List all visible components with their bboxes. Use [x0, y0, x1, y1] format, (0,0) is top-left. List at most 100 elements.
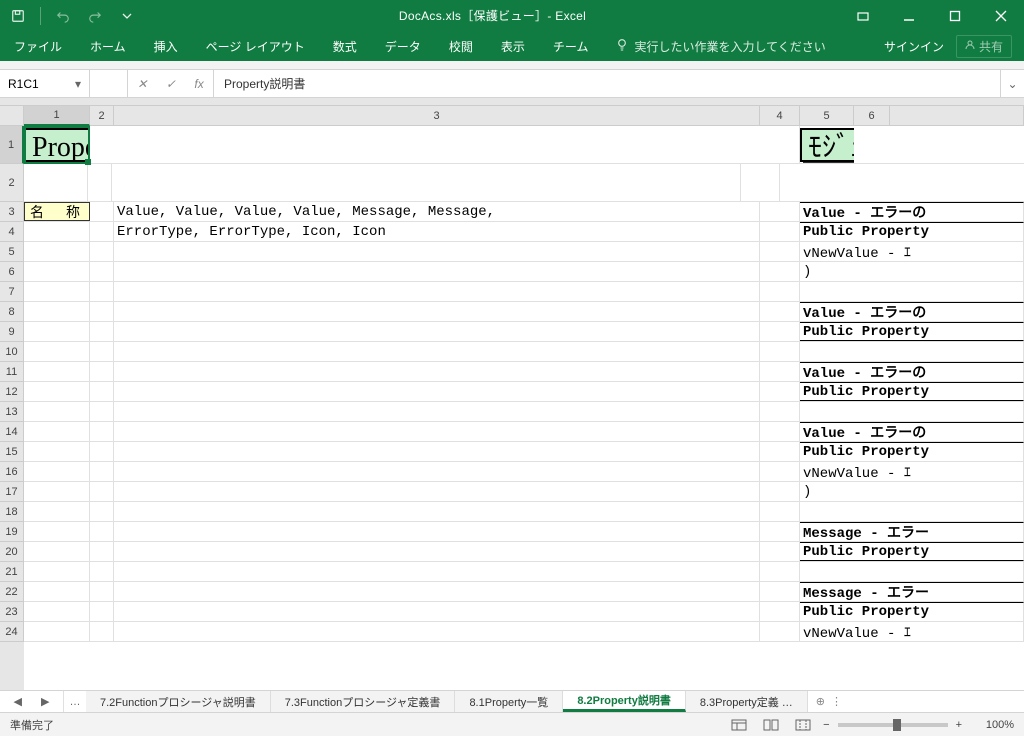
sheet-nav-next-icon[interactable]: ▶ [41, 695, 49, 708]
save-icon[interactable] [4, 3, 32, 29]
tab-review[interactable]: 校閲 [435, 31, 487, 61]
col-header-rest[interactable] [890, 106, 1024, 125]
cell-r8-right[interactable]: Value - エラーの [800, 302, 1024, 321]
sheet-nav-prev-icon[interactable]: ◀ [14, 695, 22, 708]
cell-r12-right[interactable]: Public Property [800, 382, 1024, 401]
tab-team[interactable]: チーム [539, 31, 603, 61]
select-all-corner[interactable] [0, 106, 24, 125]
chevron-down-icon[interactable]: ▾ [75, 77, 81, 91]
row-header-18[interactable]: 18 [0, 502, 24, 522]
cell-r3c3[interactable]: Value, Value, Value, Value, Message, Mes… [114, 202, 760, 221]
fx-icon[interactable]: fx [194, 77, 203, 91]
worksheet-grid[interactable]: 1 2 3 4 5 6 1 2 3 4 5 6 7 8 9 10 11 12 1… [0, 106, 1024, 690]
row-header-8[interactable]: 8 [0, 302, 24, 322]
view-page-layout-icon[interactable] [759, 716, 783, 734]
close-icon[interactable] [978, 0, 1024, 31]
cell-name-label[interactable]: 名 称 [24, 202, 90, 221]
col-header-2[interactable]: 2 [90, 106, 114, 125]
cell-r1c1[interactable]: Property説明書 [24, 126, 90, 163]
row-header-22[interactable]: 22 [0, 582, 24, 602]
sheet-tab-4[interactable]: 8.3Property定義 … [686, 691, 808, 712]
row-header-7[interactable]: 7 [0, 282, 24, 302]
tell-me[interactable]: 実行したい作業を入力してください [616, 38, 825, 55]
cells-area[interactable]: Property説明書 ﾓｼﾞｭｰﾙ_WCError [24, 126, 1024, 690]
maximize-icon[interactable] [932, 0, 978, 31]
ribbon-options-icon[interactable] [840, 0, 886, 31]
zoom-percent[interactable]: 100% [970, 719, 1014, 731]
tab-data[interactable]: データ [371, 31, 435, 61]
cell-r11-right[interactable]: Value - エラーの [800, 362, 1024, 381]
cell-r15-right[interactable]: Public Property [800, 442, 1024, 461]
name-box[interactable]: R1C1 ▾ [0, 70, 90, 97]
row-header-24[interactable]: 24 [0, 622, 24, 642]
col-header-6[interactable]: 6 [854, 106, 890, 125]
tab-view[interactable]: 表示 [487, 31, 539, 61]
row-header-6[interactable]: 6 [0, 262, 24, 282]
col-header-1[interactable]: 1 [24, 106, 90, 126]
cell-r17-right[interactable]: ) [800, 482, 1024, 501]
cell-r4c3[interactable]: ErrorType, ErrorType, Icon, Icon [114, 222, 760, 241]
zoom-out-icon[interactable]: − [823, 719, 829, 731]
cell-r19-right[interactable]: Message - エラー [800, 522, 1024, 541]
row-header-21[interactable]: 21 [0, 562, 24, 582]
enter-icon[interactable]: ✓ [166, 77, 176, 91]
tab-home[interactable]: ホーム [76, 31, 140, 61]
tab-file[interactable]: ファイル [0, 31, 76, 61]
row-header-2[interactable]: 2 [0, 164, 24, 202]
cell-r9-right[interactable]: Public Property [800, 322, 1024, 341]
row-header-10[interactable]: 10 [0, 342, 24, 362]
row-header-19[interactable]: 19 [0, 522, 24, 542]
cell-r4-right[interactable]: Public Property [800, 222, 1024, 241]
formula-bar-expand-icon[interactable]: ⌄ [1000, 70, 1024, 97]
col-header-4[interactable]: 4 [760, 106, 800, 125]
sheet-tab-2[interactable]: 8.1Property一覧 [455, 691, 563, 712]
zoom-in-icon[interactable]: + [956, 719, 962, 731]
cell-r16-right[interactable]: vNewValue - ｴ [800, 462, 1024, 481]
zoom-slider-thumb[interactable] [893, 719, 901, 731]
row-header-4[interactable]: 4 [0, 222, 24, 242]
cell-r14-right[interactable]: Value - エラーの [800, 422, 1024, 441]
new-sheet-icon[interactable]: ⊕ [816, 695, 825, 708]
sheet-tab-0[interactable]: 7.2Functionプロシージャ説明書 [86, 691, 271, 712]
cell-r5-right[interactable]: vNewValue - ｴ [800, 242, 1024, 261]
tab-insert[interactable]: 挿入 [140, 31, 192, 61]
row-header-16[interactable]: 16 [0, 462, 24, 482]
cell-r23-right[interactable]: Public Property [800, 602, 1024, 621]
formula-input[interactable]: Property説明書 [214, 70, 1000, 97]
signin-link[interactable]: サインイン [884, 38, 944, 55]
tab-page-layout[interactable]: ページ レイアウト [192, 31, 319, 61]
qat-customize-icon[interactable] [113, 3, 141, 29]
row-header-9[interactable]: 9 [0, 322, 24, 342]
cancel-icon[interactable]: ✕ [137, 77, 147, 91]
cell-r6-right[interactable]: ) [800, 262, 1024, 281]
cell-r24-right[interactable]: vNewValue - ｴ [800, 622, 1024, 641]
col-header-5[interactable]: 5 [800, 106, 854, 125]
tab-formulas[interactable]: 数式 [319, 31, 371, 61]
sheet-tab-3[interactable]: 8.2Property説明書 [563, 691, 686, 712]
row-header-1[interactable]: 1 [0, 126, 24, 164]
undo-icon[interactable] [49, 3, 77, 29]
cell-r22-right[interactable]: Message - エラー [800, 582, 1024, 601]
sheet-tab-1[interactable]: 7.3Functionプロシージャ定義書 [271, 691, 456, 712]
row-header-13[interactable]: 13 [0, 402, 24, 422]
row-header-14[interactable]: 14 [0, 422, 24, 442]
cell-r1c5[interactable]: ﾓｼﾞｭｰﾙ_WCError [800, 126, 854, 163]
minimize-icon[interactable] [886, 0, 932, 31]
row-header-5[interactable]: 5 [0, 242, 24, 262]
col-header-3[interactable]: 3 [114, 106, 760, 125]
row-header-23[interactable]: 23 [0, 602, 24, 622]
sheet-nav-more-icon[interactable]: … [64, 691, 86, 712]
row-header-17[interactable]: 17 [0, 482, 24, 502]
row-header-20[interactable]: 20 [0, 542, 24, 562]
view-normal-icon[interactable] [727, 716, 751, 734]
row-header-12[interactable]: 12 [0, 382, 24, 402]
cell-r3-right[interactable]: Value - エラーの [800, 202, 1024, 221]
row-header-11[interactable]: 11 [0, 362, 24, 382]
redo-icon[interactable] [81, 3, 109, 29]
row-header-15[interactable]: 15 [0, 442, 24, 462]
view-page-break-icon[interactable] [791, 716, 815, 734]
cell-r20-right[interactable]: Public Property [800, 542, 1024, 561]
row-header-3[interactable]: 3 [0, 202, 24, 222]
zoom-slider[interactable] [838, 723, 948, 727]
share-button[interactable]: 共有 [956, 35, 1012, 58]
